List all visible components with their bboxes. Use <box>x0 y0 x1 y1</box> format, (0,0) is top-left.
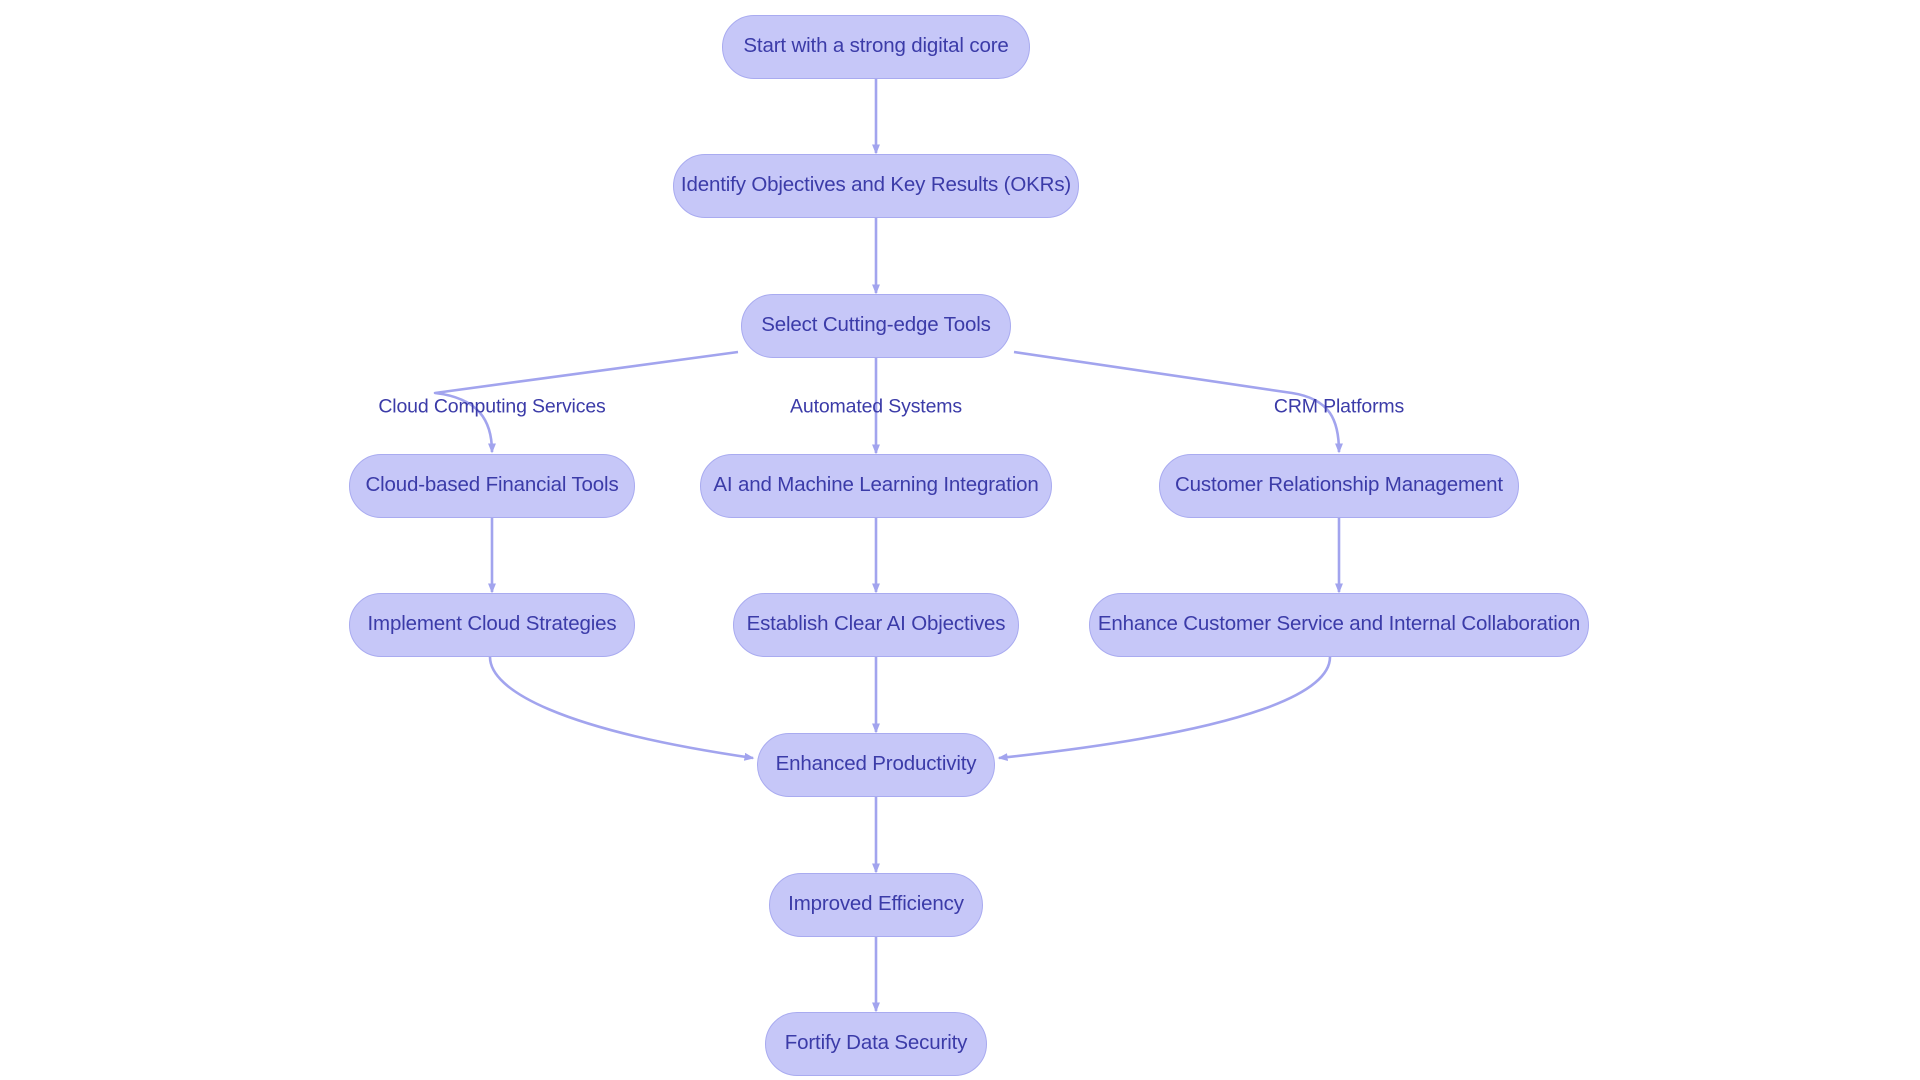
flow-node-efficiency[interactable]: Improved Efficiency <box>769 873 983 937</box>
flow-node-label: Enhanced Productivity <box>775 752 977 776</box>
flow-node-aiml[interactable]: AI and Machine Learning Integration <box>700 454 1052 518</box>
edge-label-label-automated: Automated Systems <box>790 395 962 418</box>
flow-node-label: Select Cutting-edge Tools <box>761 313 991 337</box>
flow-node-security[interactable]: Fortify Data Security <box>765 1012 987 1076</box>
flow-node-label: Implement Cloud Strategies <box>367 612 617 636</box>
flow-node-label: Cloud-based Financial Tools <box>365 473 619 497</box>
flow-node-label: Identify Objectives and Key Results (OKR… <box>680 173 1072 197</box>
flow-node-crm[interactable]: Customer Relationship Management <box>1159 454 1519 518</box>
flow-node-label: Start with a strong digital core <box>743 34 1009 58</box>
flow-node-cloudtools[interactable]: Cloud-based Financial Tools <box>349 454 635 518</box>
flow-node-enhancecs[interactable]: Enhance Customer Service and Internal Co… <box>1089 593 1589 657</box>
flow-node-label: Fortify Data Security <box>784 1031 968 1055</box>
flow-node-label: Customer Relationship Management <box>1175 473 1503 497</box>
edge-label-label-crm: CRM Platforms <box>1273 395 1405 418</box>
edge-enhancecs-to-productivity <box>997 656 1332 762</box>
flow-node-cloudstrat[interactable]: Implement Cloud Strategies <box>349 593 635 657</box>
flow-node-label: AI and Machine Learning Integration <box>713 473 1039 497</box>
flow-node-okrs[interactable]: Identify Objectives and Key Results (OKR… <box>673 154 1079 218</box>
edge-label-label-cloud: Cloud Computing Services <box>378 395 606 418</box>
flow-node-label: Improved Efficiency <box>788 892 964 916</box>
edge-cloudstrat-to-productivity <box>488 656 755 761</box>
flow-node-label: Establish Clear AI Objectives <box>746 612 1006 636</box>
flow-node-start[interactable]: Start with a strong digital core <box>722 15 1030 79</box>
flowchart-canvas: Start with a strong digital core Identify… <box>0 0 1920 1080</box>
flow-node-productivity[interactable]: Enhanced Productivity <box>757 733 995 797</box>
flow-node-aiobj[interactable]: Establish Clear AI Objectives <box>733 593 1019 657</box>
flow-node-label: Enhance Customer Service and Internal Co… <box>1097 612 1581 636</box>
flow-node-tools[interactable]: Select Cutting-edge Tools <box>741 294 1011 358</box>
